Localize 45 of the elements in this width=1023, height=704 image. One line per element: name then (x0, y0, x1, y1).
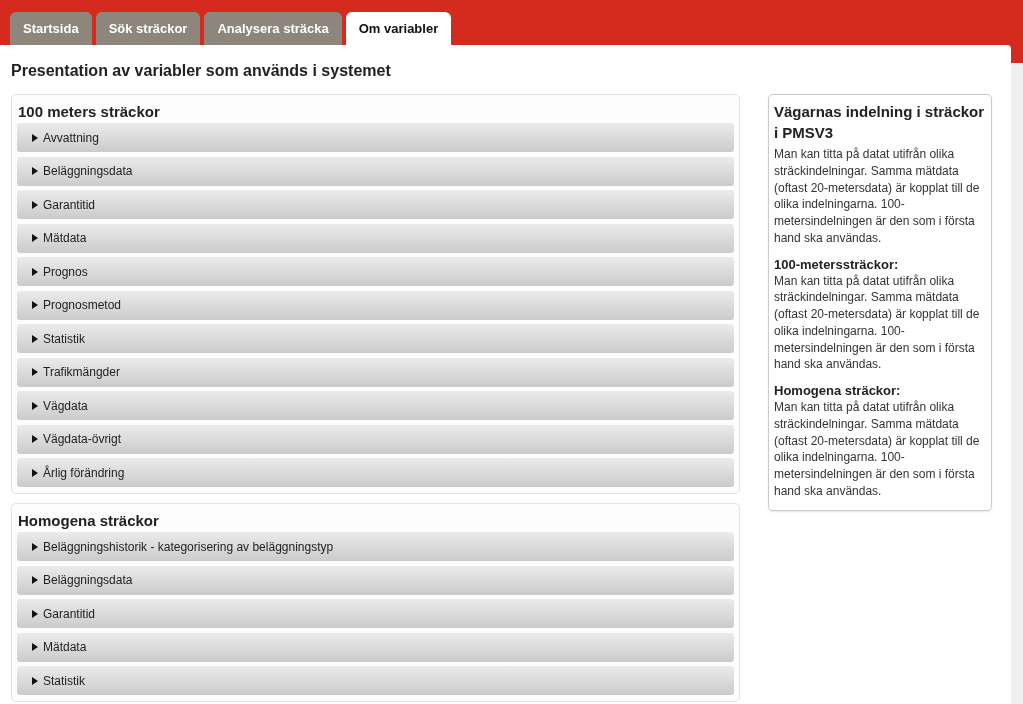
caret-right-icon (32, 609, 38, 618)
caret-right-icon (32, 334, 38, 343)
info-subheading: Homogena sträckor: (774, 382, 902, 399)
caret-right-icon (32, 676, 38, 685)
caret-right-icon (32, 167, 38, 175)
caret-right-icon (32, 234, 38, 242)
accordion-header[interactable]: Prognos (17, 257, 734, 286)
accordion-header[interactable]: Årlig förändring (17, 458, 734, 487)
accordion-header[interactable]: Beläggningsdata (17, 565, 734, 595)
nav-tab[interactable]: Sök sträckor (95, 12, 201, 45)
info-paragraph: Man kan titta på datat utifrån olika sträckindelningar. Samma mätdata (oftast 20-metersdata) är kopplat till de olika indelningarna. 100-metersindelningen är den som i första hand ska användas. (774, 146, 981, 247)
caret-right-icon (32, 200, 38, 209)
caret-right-icon (32, 267, 38, 276)
caret-right-icon (32, 468, 38, 477)
accordion-header[interactable]: Avvattning (17, 123, 734, 152)
info-paragraph: Man kan titta på datat utifrån olika sträckindelningar. Samma mätdata (oftast 20-metersdata) är kopplat till de olika indelningarna. 100-metersindelningen är den som i första hand ska användas. (774, 399, 981, 500)
accordion-header[interactable]: Beläggningshistorik - kategorisering av beläggningstyp (17, 532, 734, 561)
nav-tab[interactable]: Startsida (10, 12, 92, 45)
section-title: 100 meters sträckor (18, 102, 161, 122)
info-title: Vägarnas indelning i sträckor i PMSV3 (774, 102, 986, 143)
accordion-header[interactable]: Mätdata (17, 632, 734, 662)
caret-right-icon (32, 301, 38, 309)
accordion-header[interactable]: Garantitid (17, 190, 734, 219)
caret-right-icon (32, 576, 38, 584)
section-title: Homogena sträckor (18, 511, 160, 531)
page-title: Presentation av variabler som används i systemet (11, 61, 392, 81)
accordion-header[interactable]: Mätdata (17, 223, 734, 253)
caret-right-icon (32, 368, 38, 376)
nav-tab[interactable]: Analysera sträcka (204, 12, 342, 45)
accordion-header[interactable]: Beläggningsdata (17, 156, 734, 186)
nav-tab[interactable]: Om variabler (345, 12, 452, 45)
caret-right-icon (32, 643, 38, 651)
caret-right-icon (32, 133, 38, 142)
accordion-header[interactable]: Prognosmetod (17, 290, 734, 320)
accordion-header[interactable]: Garantitid (17, 599, 734, 628)
info-paragraph: Man kan titta på datat utifrån olika sträckindelningar. Samma mätdata (oftast 20-metersdata) är kopplat till de olika indelningarna. 100-metersindelningen är den som i första hand ska användas. (774, 272, 981, 373)
accordion-header[interactable]: Statistik (17, 324, 734, 353)
accordion-header[interactable]: Vägdata (17, 391, 734, 420)
caret-right-icon (32, 401, 38, 410)
accordion-header[interactable]: Vägdata-övrigt (17, 424, 734, 454)
caret-right-icon (32, 435, 38, 443)
info-subheading: 100-meterssträckor: (774, 255, 900, 273)
accordion-header[interactable]: Trafikmängder (17, 357, 734, 387)
accordion-header[interactable]: Statistik (17, 666, 734, 695)
caret-right-icon (32, 542, 38, 551)
